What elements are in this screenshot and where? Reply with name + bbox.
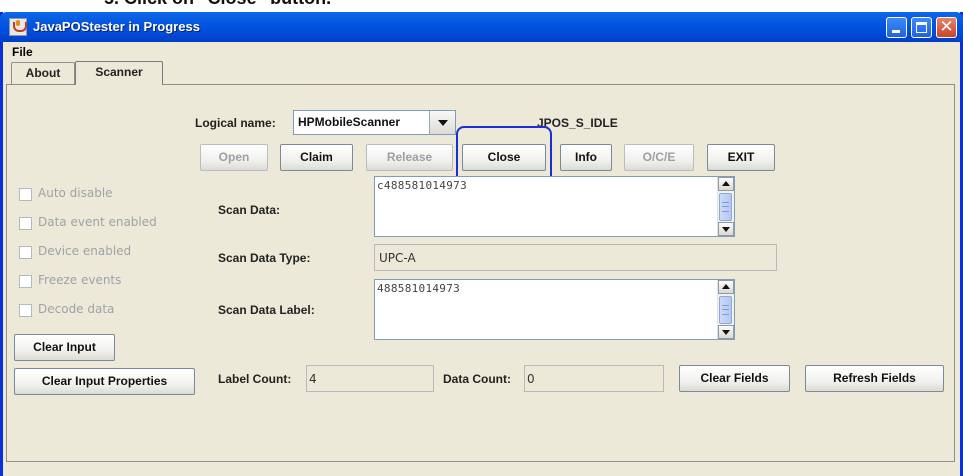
open-button[interactable]: Open <box>200 144 268 171</box>
device-enabled-checkbox[interactable] <box>19 246 32 259</box>
data-count-value: 0 <box>527 372 535 386</box>
device-enabled-label: Device enabled <box>38 244 132 258</box>
logical-name-select[interactable]: HPMobileScanner <box>293 110 456 135</box>
scan-data-type-value: UPC-A <box>379 251 416 265</box>
freeze-events-checkbox[interactable] <box>19 275 32 288</box>
window-title: JavaPOStester in Progress <box>33 19 200 34</box>
refresh-fields-button[interactable]: Refresh Fields <box>805 365 944 392</box>
scan-data-type-field[interactable]: UPC-A <box>374 244 777 271</box>
scan-data-label-textarea[interactable]: 488581014973 <box>374 279 735 340</box>
scroll-up-icon[interactable] <box>718 280 734 294</box>
instruction-caption: 5. Click on "Close" button. <box>104 0 331 9</box>
tab-about[interactable]: About <box>11 62 75 84</box>
data-event-enabled-label: Data event enabled <box>38 215 157 229</box>
maximize-button[interactable] <box>911 17 932 38</box>
data-event-enabled-checkbox[interactable] <box>19 217 32 230</box>
release-button[interactable]: Release <box>366 144 453 171</box>
scan-data-label-value: 488581014973 <box>377 282 461 295</box>
close-icon: ✕ <box>939 17 954 37</box>
data-count-label: Data Count: <box>443 372 511 386</box>
freeze-events-label: Freeze events <box>38 273 122 287</box>
scan-data-label-label: Scan Data Label: <box>218 303 315 317</box>
chevron-down-icon[interactable] <box>429 111 455 134</box>
auto-disable-label: Auto disable <box>38 186 113 200</box>
scan-data-value: c488581014973 <box>377 179 467 192</box>
logical-name-value: HPMobileScanner <box>298 115 401 129</box>
logical-name-label: Logical name: <box>195 116 276 130</box>
window-close-button[interactable]: ✕ <box>936 17 957 38</box>
label-count-field[interactable]: 4 <box>306 365 434 392</box>
scan-data-label-scrollbar[interactable] <box>717 280 734 339</box>
menu-file[interactable]: File <box>12 45 33 59</box>
scroll-up-icon[interactable] <box>718 177 734 191</box>
decode-data-checkbox[interactable] <box>19 304 32 317</box>
exit-button[interactable]: EXIT <box>707 144 775 171</box>
java-cup-icon <box>9 18 27 36</box>
scan-data-type-label: Scan Data Type: <box>218 251 311 265</box>
clear-input-properties-button[interactable]: Clear Input Properties <box>14 368 195 395</box>
scroll-thumb[interactable] <box>719 296 732 324</box>
scan-data-scrollbar[interactable] <box>717 177 734 236</box>
scan-data-label: Scan Data: <box>218 203 281 217</box>
data-count-field[interactable]: 0 <box>524 365 664 392</box>
scroll-down-icon[interactable] <box>718 222 734 236</box>
auto-disable-checkbox[interactable] <box>19 188 32 201</box>
claim-button[interactable]: Claim <box>280 144 353 171</box>
clear-input-button[interactable]: Clear Input <box>14 334 115 361</box>
scroll-thumb[interactable] <box>719 193 732 221</box>
decode-data-label: Decode data <box>38 302 115 316</box>
minimize-icon <box>892 30 900 33</box>
scroll-down-icon[interactable] <box>718 325 734 339</box>
oce-button[interactable]: O/C/E <box>624 144 694 171</box>
maximize-icon <box>916 22 927 33</box>
title-bar[interactable]: JavaPOStester in Progress ✕ <box>0 12 963 42</box>
minimize-button[interactable] <box>886 17 907 38</box>
clear-fields-button[interactable]: Clear Fields <box>679 365 790 392</box>
label-count-value: 4 <box>309 372 317 386</box>
info-button[interactable]: Info <box>560 144 612 171</box>
tab-scanner[interactable]: Scanner <box>75 61 163 85</box>
scan-data-textarea[interactable]: c488581014973 <box>374 176 735 237</box>
label-count-label: Label Count: <box>218 372 292 386</box>
